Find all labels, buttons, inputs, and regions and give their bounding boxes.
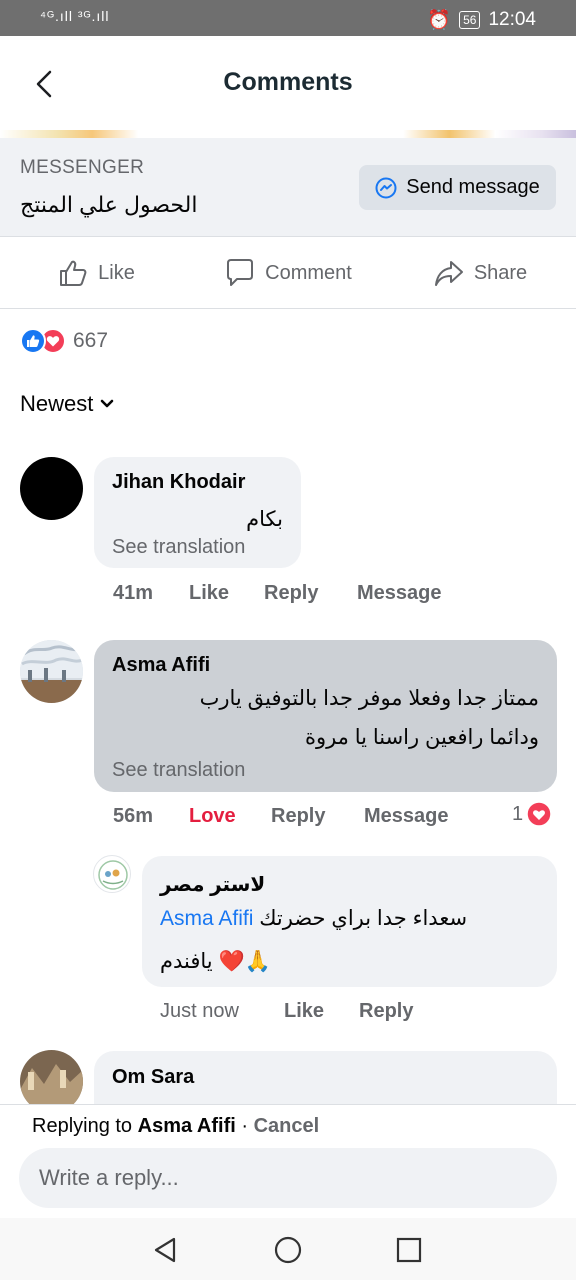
page-title: Comments <box>223 68 353 96</box>
cta-caption: الحصول علي المنتج <box>20 192 198 217</box>
post-image-edge <box>0 130 576 138</box>
reply-composer: Replying to Asma Afifi · Cancel <box>0 1104 576 1218</box>
heart-pray-emoji: ❤️🙏 <box>218 950 271 973</box>
comment-time: Just now <box>160 1000 239 1022</box>
messenger-cta-card: MESSENGER الحصول علي المنتج Send message <box>0 138 576 237</box>
circle-home-icon <box>274 1236 302 1264</box>
comment-love-button[interactable]: Love <box>189 805 236 828</box>
comment-author[interactable]: Om Sara <box>112 1066 194 1089</box>
cancel-reply-link[interactable]: Cancel <box>254 1115 320 1137</box>
alarm-icon: ⏰ <box>427 10 452 31</box>
replying-target: Asma Afifi <box>137 1115 236 1137</box>
see-translation-link[interactable]: See translation <box>112 759 245 782</box>
nav-recents-button[interactable] <box>393 1234 425 1266</box>
comment-reply-button[interactable]: Reply <box>264 582 318 605</box>
comment-icon <box>227 259 254 286</box>
header: Comments <box>0 36 576 130</box>
comment-like-button[interactable]: Like <box>189 582 229 605</box>
triangle-back-icon <box>154 1237 176 1263</box>
comment-text-line-2: يافندم <box>160 950 213 973</box>
comment-author[interactable]: Jihan Khodair <box>112 471 245 494</box>
square-recents-icon <box>396 1237 422 1263</box>
post-action-row: Like Comment Share <box>0 238 576 309</box>
see-translation-link[interactable]: See translation <box>112 536 245 559</box>
comment-reaction-summary[interactable]: 1 <box>512 801 552 827</box>
replying-prefix: Replying to <box>32 1115 133 1137</box>
status-time: 12:04 <box>488 9 536 30</box>
comment-time: 41m <box>113 582 154 604</box>
comment-message-button[interactable]: Message <box>357 582 442 605</box>
avatar[interactable] <box>20 457 83 520</box>
replying-separator: · <box>235 1115 254 1137</box>
comment-button[interactable]: Comment <box>192 238 384 308</box>
comment-like-button[interactable]: Like <box>284 1000 324 1023</box>
comment-bubble-selected[interactable]: Asma Afifi ممتاز جدا وفعلا موفر جدا بالت… <box>94 640 557 792</box>
reply-input[interactable] <box>19 1148 557 1208</box>
reaction-count: 667 <box>73 329 109 352</box>
share-label: Share <box>473 261 528 284</box>
comment-text: بكام <box>246 508 283 531</box>
comment-reaction-count: 1 <box>512 802 524 825</box>
comment-text-line-2: ودائما رافعين راسنا يا مروة <box>304 726 539 749</box>
comment-author[interactable]: لاستر مصر <box>160 872 265 897</box>
battery-icon: 56 <box>459 11 481 29</box>
reply-bubble[interactable]: لاستر مصر Asma Afifi سعداء جدا براي حضرت… <box>142 856 557 987</box>
comment-bubble[interactable]: Jihan Khodair بكام See translation <box>94 457 301 568</box>
comment-time: 56m <box>113 805 154 827</box>
share-button[interactable]: Share <box>384 238 576 308</box>
share-icon <box>434 261 463 286</box>
send-message-button[interactable]: Send message <box>359 165 556 210</box>
like-reaction-icon <box>20 328 46 354</box>
signal-indicators: ⁴ᴳ.ıll ³ᴳ.ıll <box>40 8 110 24</box>
avatar[interactable] <box>93 855 131 893</box>
android-nav-bar <box>0 1218 576 1280</box>
comment-reply-button[interactable]: Reply <box>271 805 325 828</box>
comment-text-line-1: ممتاز جدا وفعلا موفر جدا بالتوفيق يارب <box>199 687 539 710</box>
reactions-summary[interactable]: 667 <box>20 326 108 356</box>
status-bar: ⁴ᴳ.ıll ³ᴳ.ıll ⏰ 56 12:04 <box>0 0 576 36</box>
comment-reply-button[interactable]: Reply <box>359 1000 413 1023</box>
thumbs-up-icon <box>60 260 87 286</box>
like-button[interactable]: Like <box>0 238 192 308</box>
cta-source-label: MESSENGER <box>20 157 145 178</box>
like-label: Like <box>98 261 135 284</box>
love-reaction-icon <box>526 801 552 827</box>
messenger-icon <box>375 177 397 198</box>
nav-back-button[interactable] <box>150 1234 182 1266</box>
avatar[interactable] <box>20 640 83 703</box>
comment-author[interactable]: Asma Afifi <box>112 654 210 677</box>
comment-sort-dropdown[interactable]: Newest <box>20 391 115 417</box>
comment-text-line-1: سعداء جدا براي حضرتك <box>259 907 468 930</box>
comment-label: Comment <box>265 261 352 284</box>
chevron-down-icon <box>101 399 114 408</box>
mention-link[interactable]: Asma Afifi <box>160 907 253 930</box>
sort-label: Newest <box>20 391 94 416</box>
comment-message-button[interactable]: Message <box>364 805 449 828</box>
replying-to-label: Replying to Asma Afifi · Cancel <box>32 1115 319 1138</box>
nav-home-button[interactable] <box>272 1234 304 1266</box>
send-message-label: Send message <box>406 176 540 198</box>
